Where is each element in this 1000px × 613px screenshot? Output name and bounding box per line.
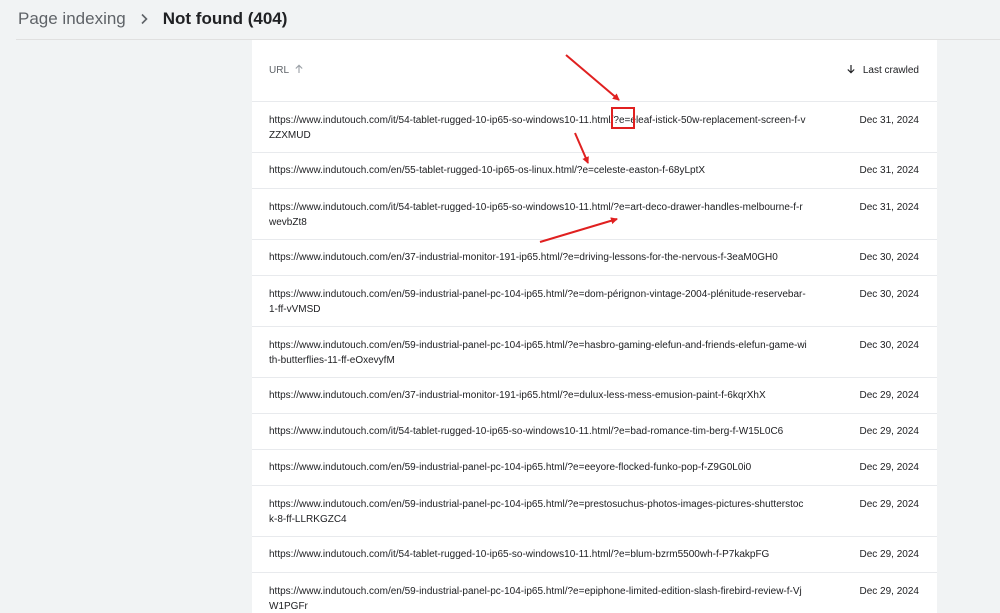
- date-cell: Dec 29, 2024: [859, 426, 920, 437]
- sort-down-arrow-icon: [846, 64, 856, 77]
- table-row[interactable]: https://www.indutouch.com/en/59-industri…: [252, 450, 937, 486]
- table-row[interactable]: https://www.indutouch.com/en/55-tablet-r…: [252, 153, 937, 189]
- date-cell: Dec 29, 2024: [859, 462, 920, 473]
- page-title: Not found (404): [162, 9, 288, 28]
- url-cell: https://www.indutouch.com/en/37-industri…: [269, 252, 778, 263]
- url-cell: https://www.indutouch.com/en/59-industri…: [269, 586, 802, 612]
- table-row[interactable]: https://www.indutouch.com/en/59-industri…: [252, 573, 937, 613]
- date-cell: Dec 29, 2024: [859, 390, 920, 401]
- table-row[interactable]: https://www.indutouch.com/en/59-industri…: [252, 327, 937, 378]
- table-row[interactable]: https://www.indutouch.com/it/54-tablet-r…: [252, 189, 937, 240]
- sort-up-arrow-icon: [294, 64, 304, 77]
- url-cell: https://www.indutouch.com/en/59-industri…: [269, 499, 804, 525]
- date-cell: Dec 31, 2024: [859, 165, 920, 176]
- date-cell: Dec 29, 2024: [859, 499, 920, 510]
- table-row[interactable]: https://www.indutouch.com/it/54-tablet-r…: [252, 414, 937, 450]
- url-cell: https://www.indutouch.com/en/55-tablet-r…: [269, 165, 706, 176]
- url-cell: https://www.indutouch.com/en/37-industri…: [269, 390, 766, 401]
- date-cell: Dec 30, 2024: [859, 289, 920, 300]
- table-header: URL Last crawled: [252, 40, 937, 102]
- url-cell: https://www.indutouch.com/en/59-industri…: [269, 462, 752, 473]
- column-label-url: URL: [269, 65, 290, 76]
- breadcrumb-page-indexing[interactable]: Page indexing: [18, 9, 126, 29]
- table-row[interactable]: https://www.indutouch.com/en/37-industri…: [252, 378, 937, 414]
- url-cell: https://www.indutouch.com/it/54-tablet-r…: [269, 549, 770, 560]
- url-cell: https://www.indutouch.com/en/59-industri…: [269, 340, 807, 366]
- url-cell: https://www.indutouch.com/en/59-industri…: [269, 289, 806, 315]
- column-label-last-crawled: Last crawled: [862, 65, 919, 76]
- url-cell: https://www.indutouch.com/it/54-tablet-r…: [269, 202, 803, 228]
- date-cell: Dec 29, 2024: [859, 549, 920, 560]
- date-cell: Dec 29, 2024: [859, 586, 920, 597]
- table-row[interactable]: https://www.indutouch.com/en/59-industri…: [252, 486, 937, 537]
- date-cell: Dec 30, 2024: [859, 340, 920, 351]
- url-table: URL Last crawled https://www.indutouch.c…: [252, 40, 937, 613]
- column-header-url[interactable]: URL: [269, 64, 304, 77]
- chevron-right-icon: [137, 12, 151, 26]
- date-cell: Dec 31, 2024: [859, 115, 920, 126]
- url-cell: https://www.indutouch.com/it/54-tablet-r…: [269, 115, 806, 141]
- date-cell: Dec 30, 2024: [859, 252, 920, 263]
- column-header-last-crawled[interactable]: Last crawled: [846, 64, 919, 77]
- table-row[interactable]: https://www.indutouch.com/en/37-industri…: [252, 240, 937, 276]
- table-row[interactable]: https://www.indutouch.com/en/59-industri…: [252, 276, 937, 327]
- table-row[interactable]: https://www.indutouch.com/it/54-tablet-r…: [252, 537, 937, 573]
- table-row[interactable]: https://www.indutouch.com/it/54-tablet-r…: [252, 102, 937, 153]
- url-cell: https://www.indutouch.com/it/54-tablet-r…: [269, 426, 784, 437]
- top-bar: Page indexing Not found (404): [0, 0, 1000, 38]
- date-cell: Dec 31, 2024: [859, 202, 920, 213]
